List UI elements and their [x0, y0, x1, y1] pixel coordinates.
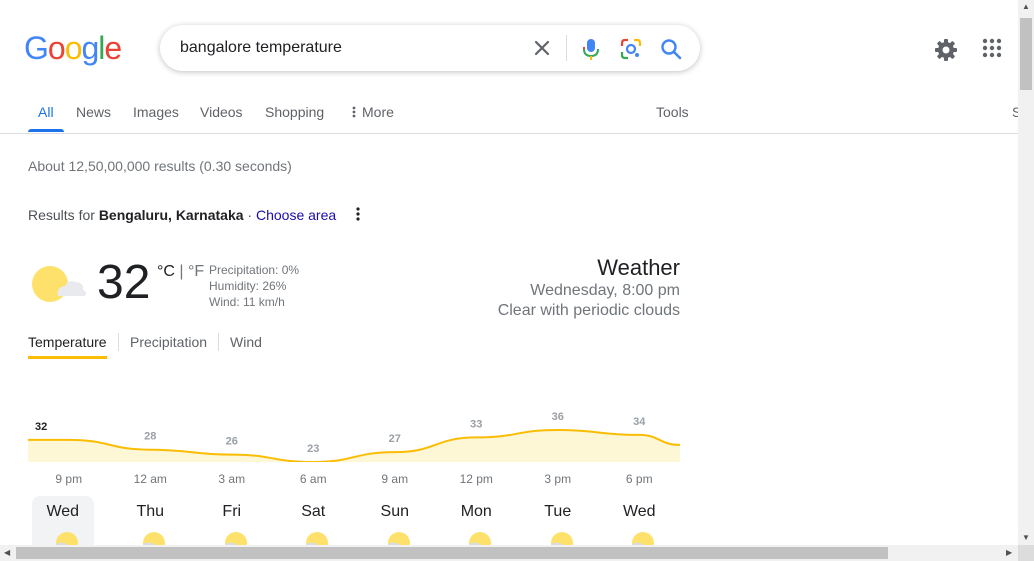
temperature-data-label: 33	[470, 418, 482, 430]
more-dots-icon	[352, 105, 356, 121]
weather-condition: Clear with periodic clouds	[497, 302, 680, 319]
tab-precipitation[interactable]: Precipitation	[130, 334, 207, 350]
scrollbar-corner	[1018, 545, 1034, 561]
tab-temperature[interactable]: Temperature	[28, 334, 107, 350]
precipitation-text: Precipitation: 0%	[209, 263, 300, 277]
humidity-text: Humidity: 26%	[209, 279, 287, 293]
day-name: Wed	[46, 503, 80, 520]
tab-temperature-underline	[28, 356, 107, 359]
temperature-chart: 32 28 26 23 27 33 36 34	[28, 411, 680, 462]
tab-all-underline	[28, 129, 64, 132]
location-place: Bengaluru, Karnataka	[98, 207, 244, 223]
day-name: Sun	[380, 503, 409, 520]
google-logo[interactable]: Google	[24, 30, 122, 67]
scroll-left-arrow-icon[interactable]: ◀	[4, 548, 10, 557]
tab-more-label: More	[362, 104, 394, 120]
location-prefix: Results for	[28, 207, 99, 223]
search-icon[interactable]	[660, 38, 682, 60]
weather-tab-separator	[118, 333, 119, 351]
location-line: Results for Bengaluru, Karnataka · Choos…	[28, 207, 336, 223]
time-label: 9 am	[381, 472, 409, 486]
time-label: 12 pm	[459, 472, 493, 486]
time-label: 12 am	[133, 472, 167, 486]
unit-fahrenheit[interactable]: °F	[188, 263, 204, 280]
lens-icon[interactable]	[620, 38, 642, 60]
time-label: 3 am	[218, 472, 246, 486]
day-name: Fri	[222, 503, 242, 520]
settings-icon[interactable]	[934, 38, 958, 62]
tab-all[interactable]: All	[38, 104, 54, 120]
tab-shopping[interactable]: Shopping	[265, 104, 324, 120]
temperature-data-label: 26	[226, 436, 238, 448]
wind-text: Wind: 11 km/h	[209, 295, 285, 309]
clear-icon[interactable]	[532, 38, 552, 58]
location-menu-icon[interactable]	[355, 206, 365, 224]
temperature-data-label: 27	[389, 433, 401, 445]
tab-images[interactable]: Images	[133, 104, 179, 120]
scroll-down-arrow-icon[interactable]: ▼	[1022, 533, 1030, 542]
logo-letter: g	[81, 30, 99, 66]
day-name: Wed	[622, 503, 656, 520]
tab-more[interactable]: More	[352, 104, 394, 121]
logo-letter: e	[104, 30, 122, 66]
apps-icon[interactable]	[982, 38, 1006, 62]
header-divider	[0, 133, 1018, 134]
tools-button[interactable]: Tools	[656, 104, 689, 120]
choose-area-link[interactable]: Choose area	[256, 207, 336, 223]
weather-title: Weather	[597, 255, 680, 280]
search-box[interactable]: bangalore temperature	[160, 25, 700, 71]
day-name: Mon	[460, 503, 492, 520]
tab-wind[interactable]: Wind	[230, 334, 262, 350]
temperature-data-label: 34	[633, 416, 646, 428]
search-divider	[566, 35, 567, 61]
logo-letter: G	[24, 30, 49, 66]
temperature-data-label: 32	[35, 421, 47, 433]
weather-datetime: Wednesday, 8:00 pm	[530, 282, 680, 299]
unit-celsius[interactable]: °C	[157, 263, 175, 280]
day-name: Tue	[544, 503, 572, 520]
weather-details: Precipitation: 0% Humidity: 26% Wind: 11…	[209, 262, 299, 310]
scroll-up-arrow-icon[interactable]: ▲	[1022, 2, 1030, 11]
result-stats: About 12,50,00,000 results (0.30 seconds…	[28, 158, 292, 174]
horizontal-scroll-thumb[interactable]	[16, 547, 888, 559]
scroll-right-arrow-icon[interactable]: ▶	[1006, 548, 1012, 557]
sun-cloud-icon	[28, 262, 88, 306]
unit-separator: |	[174, 263, 188, 280]
time-label: 3 pm	[544, 472, 572, 486]
time-label: 6 am	[299, 472, 327, 486]
unit-toggle[interactable]: °C | °F	[157, 263, 204, 281]
search-input[interactable]: bangalore temperature	[180, 39, 342, 57]
day-name: Sat	[301, 503, 326, 520]
tab-news[interactable]: News	[76, 104, 111, 120]
current-temperature: 32	[97, 256, 151, 309]
tab-videos[interactable]: Videos	[200, 104, 243, 120]
temperature-data-label: 28	[144, 431, 156, 443]
vertical-scroll-thumb[interactable]	[1020, 18, 1032, 90]
day-name: Thu	[136, 503, 165, 520]
mic-icon[interactable]	[581, 38, 601, 60]
time-label: 9 pm	[55, 472, 83, 486]
temperature-data-label: 23	[307, 443, 319, 455]
weather-summary: Weather Wednesday, 8:00 pm Clear with pe…	[498, 255, 680, 321]
logo-letter: o	[47, 30, 66, 66]
location-separator: ·	[243, 207, 256, 223]
weather-tab-separator	[218, 333, 219, 351]
temperature-data-label: 36	[552, 411, 564, 423]
time-label: 6 pm	[625, 472, 653, 486]
logo-letter: o	[64, 30, 83, 66]
